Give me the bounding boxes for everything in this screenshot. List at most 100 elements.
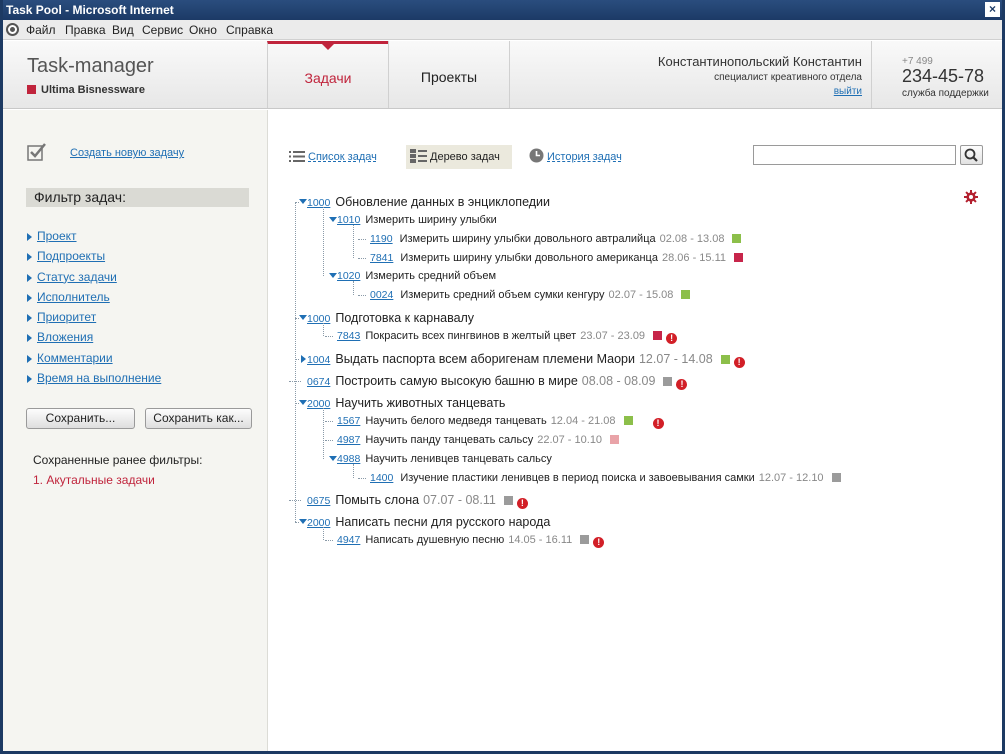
task-row: 7841 Измерить ширину улыбки довольного ам… (358, 249, 743, 267)
task-id-link[interactable]: 1000 (307, 313, 330, 325)
task-id-link[interactable]: 1190 (370, 233, 393, 245)
collapse-arrow-icon[interactable] (299, 519, 307, 524)
task-id-link[interactable]: 2000 (307, 398, 330, 410)
save-as-button[interactable]: Сохранить как... (145, 408, 252, 429)
tree-connector (295, 358, 299, 360)
collapse-arrow-icon[interactable] (329, 273, 337, 278)
status-square-icon (831, 472, 841, 482)
search-button[interactable] (960, 145, 983, 165)
filter-list: Проект Подпроекты Статус задачи Исполнит… (26, 229, 161, 391)
alert-icon: ! (733, 356, 745, 368)
expand-arrow-icon[interactable] (301, 354, 306, 363)
filter-subprojects[interactable]: Подпроекты (26, 249, 161, 269)
saved-filter-item[interactable]: 1. Акутальные задачи (33, 473, 155, 487)
window-title: Task Pool - Microsoft Internet (6, 3, 174, 17)
task-id-link[interactable]: 0024 (370, 289, 393, 301)
task-id-link[interactable]: 0675 (307, 495, 330, 507)
tab-tasks[interactable]: Задачи (267, 41, 388, 108)
task-id-link[interactable]: 1400 (370, 472, 393, 484)
create-task-link[interactable]: Создать новую задачу (70, 147, 184, 159)
tree-connector (295, 202, 296, 522)
main-content: Список задач Дерево задач История задач … (269, 110, 1002, 751)
task-group-row: 2000 Написать песни для русского народа (299, 513, 551, 531)
saved-filters-title: Сохраненные ранее фильтры: (33, 453, 203, 467)
tree-connector (325, 439, 333, 441)
task-id-link[interactable]: 1010 (337, 214, 360, 226)
settings-gear-icon[interactable] (964, 190, 978, 204)
collapse-arrow-icon[interactable] (299, 199, 307, 204)
filter-project[interactable]: Проект (26, 229, 161, 249)
menu-help[interactable]: Справка (226, 20, 273, 40)
tree-connector (325, 420, 333, 422)
tree-connector (295, 317, 299, 319)
user-name: Константинопольский Константин (657, 54, 862, 69)
filter-duration[interactable]: Время на выполнение (26, 371, 161, 391)
filter-priority[interactable]: Приоритет (26, 310, 161, 330)
status-square-icon (681, 290, 691, 299)
task-id-link[interactable]: 1004 (307, 354, 330, 366)
task-title: Научить животных танцевать (335, 395, 506, 410)
tree-icon (410, 149, 427, 163)
task-id-link[interactable]: 1000 (307, 197, 330, 209)
task-title: Измерить ширину улыбки довольного америк… (400, 251, 658, 264)
brand-name: Ultima Bisnessware (41, 84, 145, 96)
task-id-link[interactable]: 1020 (337, 270, 360, 282)
task-dates: 07.07 - 08.11 (423, 493, 496, 507)
tab-projects[interactable]: Проекты (388, 41, 510, 108)
filter-comments[interactable]: Комментарии (26, 351, 161, 371)
title-bar: Task Pool - Microsoft Internet × (3, 0, 1002, 20)
task-dates: 28.06 - 15.11 (661, 251, 726, 264)
filter-assignee[interactable]: Исполнитель (26, 290, 161, 310)
task-title: Выдать паспорта всем аборигенам племени … (335, 351, 635, 366)
tree-connector (325, 335, 333, 337)
menu-file[interactable]: Файл (26, 20, 56, 40)
task-id-link[interactable]: 4987 (337, 434, 360, 446)
view-tree[interactable]: Дерево задач (406, 145, 512, 169)
task-dates: 12.07 - 12.10 (758, 471, 824, 484)
filter-attachments[interactable]: Вложения (26, 330, 161, 350)
menu-window[interactable]: Окно (189, 20, 217, 40)
alert-icon: ! (593, 537, 605, 548)
task-id-link[interactable]: 7843 (337, 330, 360, 342)
support-box: +7 499 234-45-78 служба поддержки (871, 41, 1002, 108)
collapse-arrow-icon[interactable] (329, 217, 337, 222)
task-title: Написать песни для русского народа (335, 515, 551, 529)
task-title: Научить панду танцевать сальсу (365, 433, 534, 446)
logout-link[interactable]: выйти (834, 86, 862, 97)
task-row: 4947 Написать душевную песню 14.05 - 16.11… (325, 531, 605, 549)
task-dates: 14.05 - 16.11 (508, 534, 573, 546)
checkbox-check-icon[interactable] (27, 142, 47, 162)
save-button[interactable]: Сохранить... (26, 408, 135, 429)
task-title: Подготовка к карнавалу (335, 310, 475, 325)
task-id-link[interactable]: 0674 (307, 376, 330, 388)
task-dates: 12.04 - 21.08 (550, 414, 616, 427)
collapse-arrow-icon[interactable] (299, 314, 307, 320)
alert-icon: ! (516, 498, 528, 509)
collapse-arrow-icon[interactable] (329, 455, 337, 461)
collapse-arrow-icon[interactable] (299, 399, 307, 405)
tree-connector (323, 322, 324, 336)
view-history[interactable]: История задач (529, 145, 622, 169)
view-list[interactable]: Список задач (289, 145, 377, 169)
status-square-icon (610, 434, 620, 444)
task-dates: 23.07 - 23.09 (580, 329, 646, 342)
task-title: Написать душевную песню (365, 534, 505, 546)
task-dates: 12.07 - 14.08 (638, 351, 713, 366)
task-title: Покрасить всех пингвинов в желтый цвет (365, 329, 577, 342)
task-id-link[interactable]: 4988 (337, 453, 360, 465)
filter-status[interactable]: Статус задачи (26, 270, 161, 290)
tree-connector (323, 207, 324, 276)
task-id-link[interactable]: 4947 (337, 534, 360, 546)
menu-service[interactable]: Сервис (142, 20, 183, 40)
search-input[interactable] (753, 145, 956, 165)
task-id-link[interactable]: 7841 (370, 252, 393, 264)
task-group-row: 1000 Подготовка к карнавалу (299, 309, 475, 327)
task-dates: 22.07 - 10.10 (537, 433, 603, 446)
task-id-link[interactable]: 1567 (337, 415, 360, 427)
close-icon[interactable]: × (985, 2, 1000, 17)
menu-view[interactable]: Вид (112, 20, 134, 40)
menu-edit[interactable]: Правка (65, 20, 106, 40)
task-id-link[interactable]: 2000 (307, 517, 330, 529)
status-square-icon (663, 376, 673, 386)
view-list-label: Список задач (308, 151, 377, 163)
